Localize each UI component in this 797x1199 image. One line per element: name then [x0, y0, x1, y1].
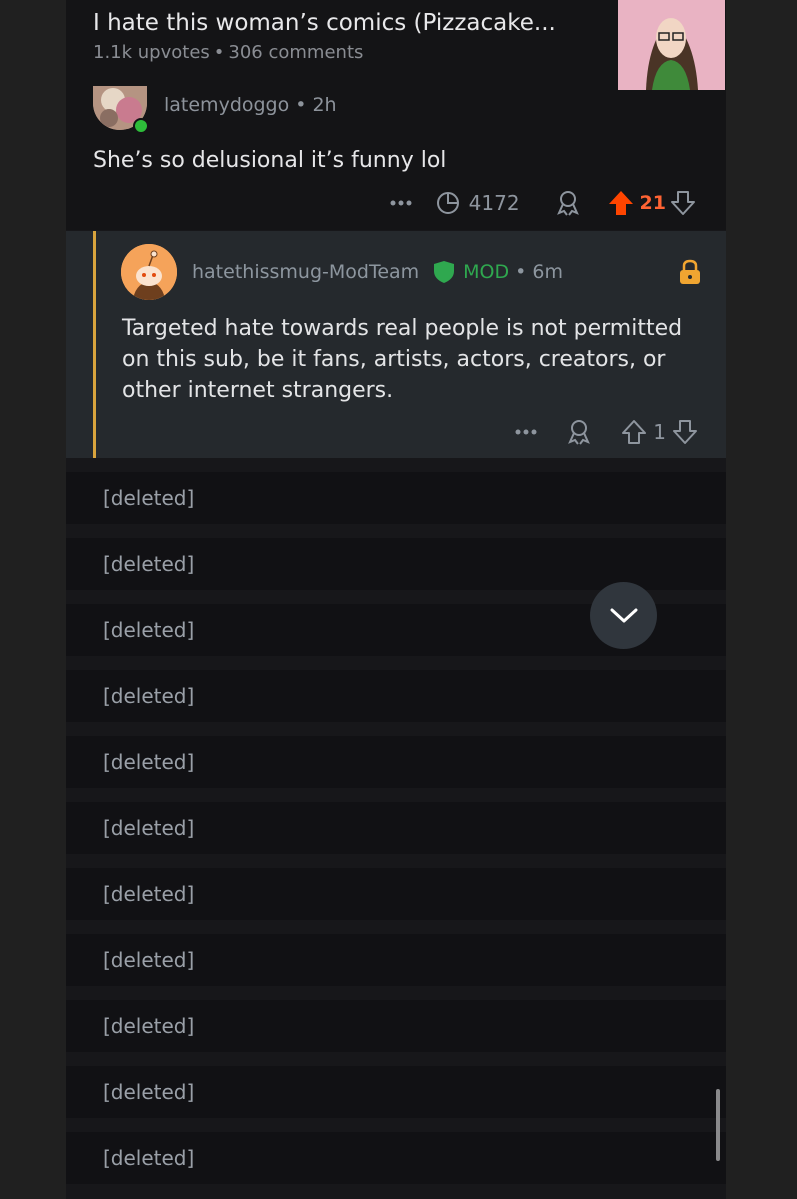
- comment-username[interactable]: latemydoggo: [164, 94, 289, 116]
- more-icon: [515, 429, 537, 435]
- deleted-comment[interactable]: [deleted]: [66, 1066, 726, 1118]
- comment-time: 2h: [312, 94, 337, 116]
- mod-time: 6m: [532, 261, 563, 283]
- upvote-count: 1.1k upvotes: [93, 42, 210, 63]
- deleted-comment[interactable]: [deleted]: [66, 736, 726, 788]
- award-button[interactable]: [567, 419, 591, 445]
- scroll-down-button[interactable]: [590, 582, 657, 649]
- deleted-comment[interactable]: [deleted]: [66, 472, 726, 524]
- comment: latemydoggo • 2h She’s so delusional it’s …: [66, 86, 726, 230]
- shield-icon: [434, 261, 455, 283]
- downvote-button[interactable]: [670, 190, 696, 216]
- deleted-comment[interactable]: [deleted]: [66, 670, 726, 722]
- deleted-comment-list: [deleted] [deleted] [deleted] [deleted] …: [66, 472, 726, 1198]
- separator: •: [515, 261, 527, 283]
- comment-count: 306 comments: [228, 42, 364, 63]
- lock-icon: [678, 259, 702, 289]
- deleted-comment[interactable]: [deleted]: [66, 802, 726, 854]
- scrollbar[interactable]: [716, 1089, 720, 1161]
- downvote-button[interactable]: [672, 419, 698, 445]
- views-button[interactable]: 4172: [436, 191, 520, 215]
- deleted-comment[interactable]: [deleted]: [66, 1000, 726, 1052]
- mod-author-line: hatethissmug-ModTeam MOD • 6m: [192, 260, 563, 284]
- mod-username[interactable]: hatethissmug-ModTeam: [192, 261, 419, 283]
- mod-reply-actions: 1: [515, 419, 698, 445]
- chevron-down-icon: [610, 608, 637, 622]
- more-icon: [390, 200, 412, 206]
- more-button[interactable]: [515, 429, 537, 435]
- separator: •: [295, 94, 307, 116]
- upvote-icon: [622, 420, 647, 444]
- deleted-comment[interactable]: [deleted]: [66, 868, 726, 920]
- mod-avatar[interactable]: [121, 244, 177, 300]
- downvote-icon: [671, 191, 695, 215]
- online-status-indicator: [133, 118, 149, 134]
- thread-line[interactable]: [93, 231, 96, 458]
- mod-badge: MOD: [463, 261, 510, 283]
- post-thumbnail[interactable]: [618, 0, 725, 90]
- views-count: 4172: [468, 191, 520, 215]
- downvote-icon: [673, 420, 697, 444]
- separator: •: [213, 42, 225, 63]
- comment-actions: 4172 21: [390, 190, 696, 216]
- post-title[interactable]: I hate this woman’s comics (Pizzacake...: [93, 10, 556, 36]
- post-header[interactable]: I hate this woman’s comics (Pizzacake...…: [66, 0, 726, 91]
- award-icon: [568, 420, 591, 445]
- comment-body: She’s so delusional it’s funny lol: [93, 148, 447, 173]
- deleted-comment[interactable]: [deleted]: [66, 934, 726, 986]
- more-button[interactable]: [390, 200, 412, 206]
- deleted-comment[interactable]: [deleted]: [66, 1132, 726, 1184]
- vote-count: 1: [653, 420, 666, 444]
- award-button[interactable]: [556, 190, 580, 216]
- comment-author-line: latemydoggo • 2h: [164, 94, 337, 116]
- views-icon: [436, 192, 459, 214]
- post-meta: 1.1k upvotes • 306 comments: [93, 42, 363, 63]
- mod-reply: hatethissmug-ModTeam MOD • 6m Targeted h…: [66, 231, 726, 458]
- upvote-icon: [608, 191, 633, 215]
- upvote-button[interactable]: [608, 190, 634, 216]
- award-icon: [556, 191, 579, 216]
- upvote-button[interactable]: [621, 419, 647, 445]
- mod-reply-body: Targeted hate towards real people is not…: [122, 316, 683, 403]
- vote-count: 21: [639, 192, 666, 214]
